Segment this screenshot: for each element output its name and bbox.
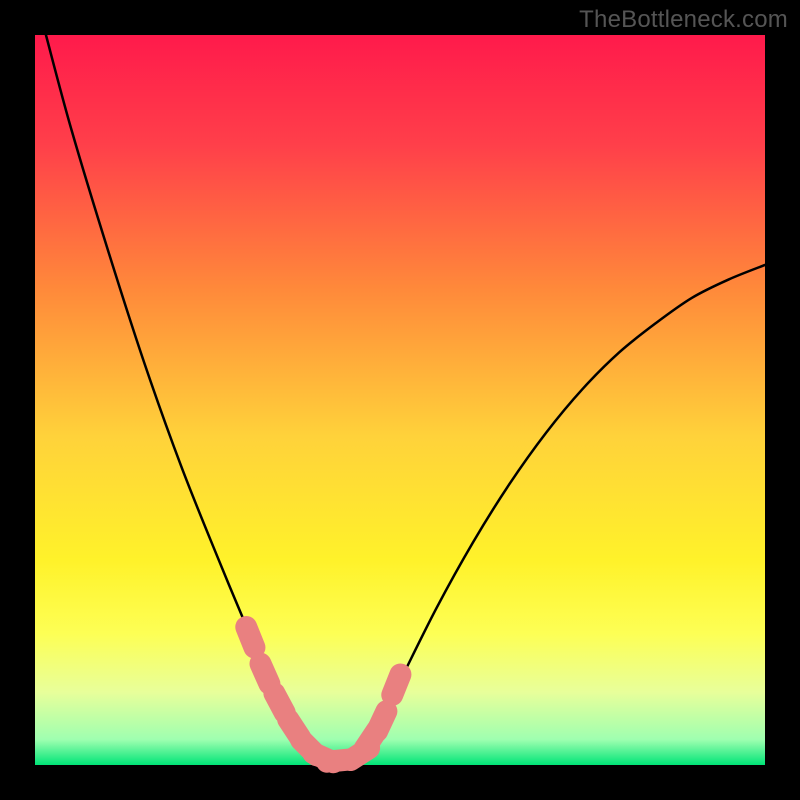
watermark-text: TheBottleneck.com	[579, 6, 788, 34]
chart-frame: TheBottleneck.com	[0, 0, 800, 800]
plot-background	[35, 35, 765, 765]
